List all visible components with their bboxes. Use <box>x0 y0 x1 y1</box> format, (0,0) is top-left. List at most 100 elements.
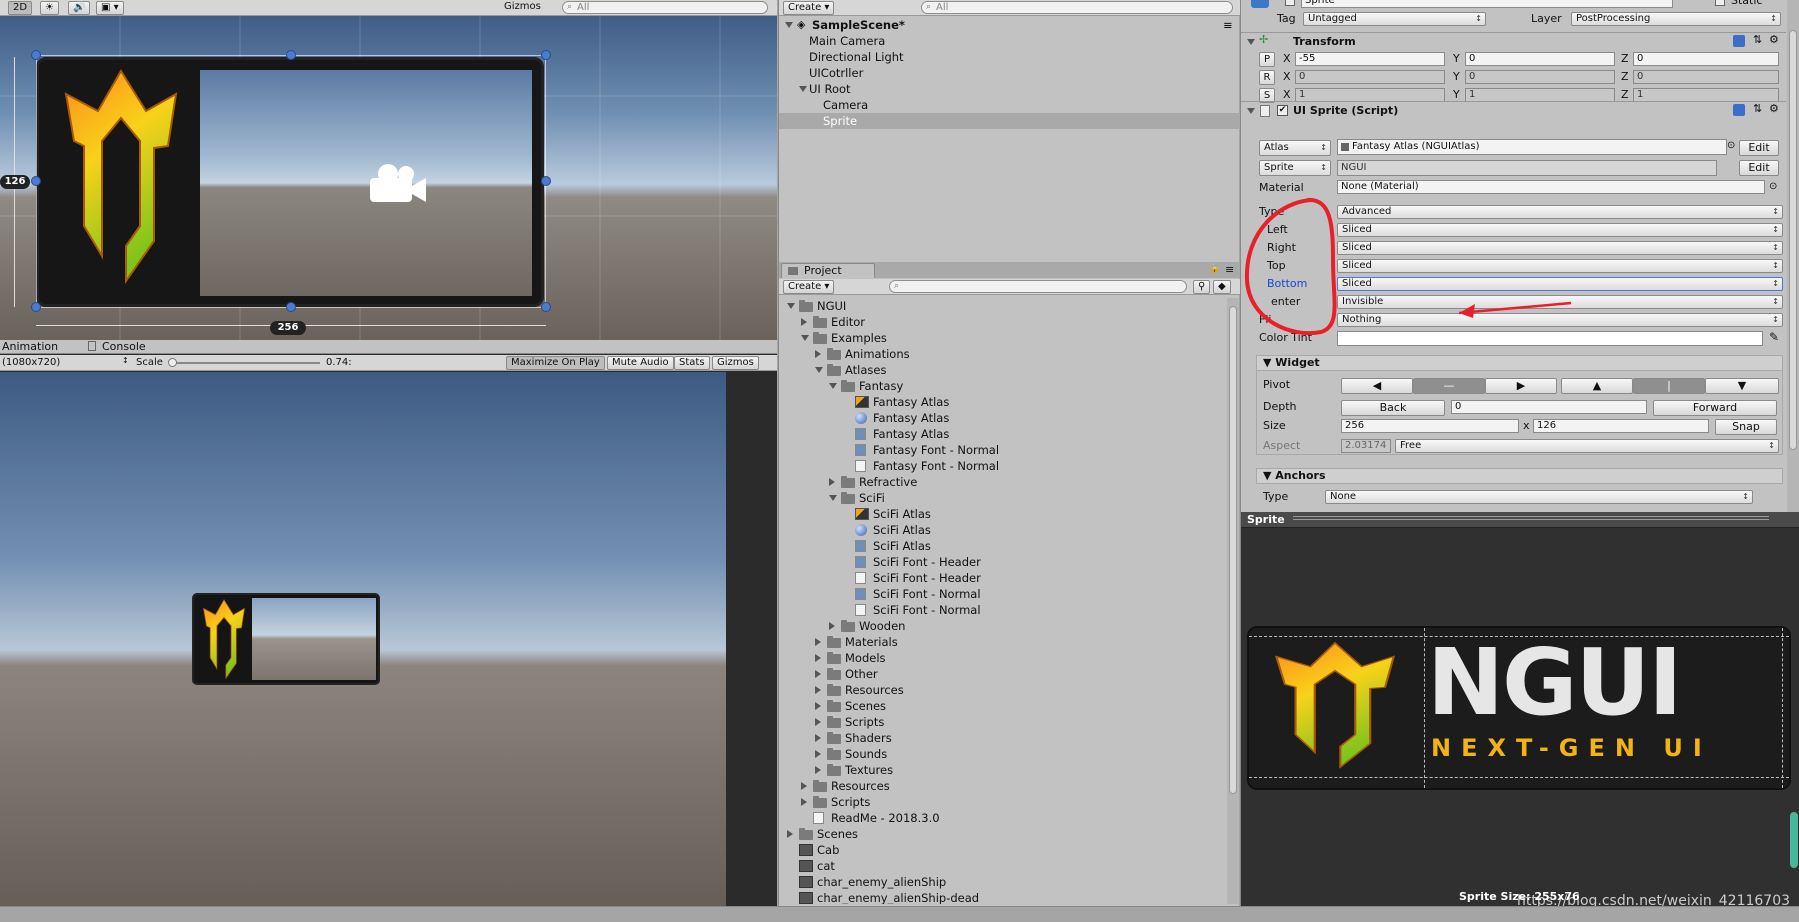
project-create-button[interactable]: Create ▾ <box>783 280 835 294</box>
expand-down-icon[interactable] <box>787 303 795 309</box>
preset-icon[interactable]: ⇅ <box>1753 102 1762 115</box>
panel-menu-icon[interactable]: ≡ <box>1225 263 1234 276</box>
hierarchy-item-directional-light[interactable]: Directional Light <box>809 49 904 65</box>
project-item[interactable]: SciFi Font - Header <box>779 570 1225 586</box>
sprite-name-field[interactable]: NGUI <box>1337 160 1717 176</box>
sprite-edit-button[interactable]: Edit <box>1739 160 1779 176</box>
project-item[interactable]: SciFi <box>779 490 1225 506</box>
hierarchy-create-button[interactable]: Create ▾ <box>783 1 835 15</box>
tab-console[interactable]: Console <box>102 340 146 354</box>
project-item[interactable]: Fantasy <box>779 378 1225 394</box>
transform-z-field[interactable]: 0 <box>1633 70 1779 84</box>
handle-bottom-left[interactable] <box>31 302 41 312</box>
project-search-input[interactable]: ⌕ <box>889 280 1187 293</box>
stats-button[interactable]: Stats <box>674 356 710 370</box>
project-item[interactable]: Fantasy Atlas <box>779 426 1225 442</box>
expand-right-icon[interactable] <box>815 702 821 710</box>
collapse-icon[interactable] <box>1247 108 1255 114</box>
project-item[interactable]: ReadMe - 2018.3.0 <box>779 810 1225 826</box>
tab-project[interactable]: Project <box>781 263 875 278</box>
atlas-field[interactable]: Fantasy Atlas (NGUIAtlas) <box>1337 139 1727 155</box>
widget-header[interactable]: ▼ Widget <box>1256 355 1783 371</box>
project-item[interactable]: SciFi Font - Normal <box>779 602 1225 618</box>
depth-forward-button[interactable]: Forward <box>1653 400 1777 416</box>
lighting-icon[interactable]: ☀ <box>40 1 59 15</box>
ui-sprite-enabled-checkbox[interactable]: ✔ <box>1277 105 1288 116</box>
transform-z-field[interactable]: 1 <box>1633 88 1779 102</box>
transform-header[interactable]: ✢ Transform ⇅ ⚙ <box>1241 32 1786 50</box>
project-item[interactable]: Textures <box>779 762 1225 778</box>
transform-x-field[interactable]: 0 <box>1295 70 1445 84</box>
hierarchy-item-sprite[interactable]: Sprite <box>823 113 857 129</box>
scene-root-row[interactable]: ◈ SampleScene* ≡ <box>779 17 1240 33</box>
filter-type-icon[interactable]: ⚲ <box>1193 280 1211 294</box>
transform-reset-button[interactable]: R <box>1259 70 1275 85</box>
object-name-field[interactable]: Sprite <box>1301 0 1673 8</box>
gizmos-dropdown[interactable]: Gizmos <box>500 1 545 15</box>
expand-right-icon[interactable] <box>829 622 835 630</box>
expand-down-icon[interactable] <box>815 367 823 373</box>
settings-gear-icon[interactable]: ⚙ <box>1769 33 1779 46</box>
expand-right-icon[interactable] <box>815 670 821 678</box>
project-item[interactable]: Wooden <box>779 618 1225 634</box>
project-item[interactable]: char_enemy_alienShip-dead <box>779 890 1225 904</box>
handle-top-left[interactable] <box>31 50 41 60</box>
transform-reset-button[interactable]: P <box>1259 52 1275 67</box>
mode-2d-button[interactable]: 2D <box>8 1 33 15</box>
pivot-right-button[interactable]: ▶ <box>1485 378 1557 394</box>
tag-dropdown[interactable]: Untagged <box>1303 12 1486 26</box>
project-item[interactable]: NGUI <box>779 298 1225 314</box>
pivot-center-h-button[interactable]: — <box>1413 378 1485 394</box>
expand-down-icon[interactable] <box>801 335 809 341</box>
scene-search-input[interactable]: ⌕ All <box>562 1 768 14</box>
size-height-field[interactable]: 126 <box>1533 419 1709 433</box>
transform-x-field[interactable]: 1 <box>1295 88 1445 102</box>
hierarchy-item-camera[interactable]: Camera <box>823 97 868 113</box>
depth-back-button[interactable]: Back <box>1341 400 1445 416</box>
lock-icon[interactable]: 🔒 <box>1209 264 1220 274</box>
transform-y-field[interactable]: 1 <box>1465 88 1615 102</box>
project-item[interactable]: Materials <box>779 634 1225 650</box>
pivot-left-button[interactable]: ◀ <box>1341 378 1413 394</box>
project-item[interactable]: SciFi Atlas <box>779 522 1225 538</box>
handle-right[interactable] <box>541 176 551 186</box>
help-icon[interactable] <box>1733 104 1745 116</box>
anchors-type-dropdown[interactable]: None <box>1325 490 1753 504</box>
project-item[interactable]: Resources <box>779 778 1225 794</box>
preview-drag-handle[interactable] <box>1293 516 1769 520</box>
transform-z-field[interactable]: 0 <box>1633 52 1779 66</box>
project-item[interactable]: Scenes <box>779 698 1225 714</box>
size-width-field[interactable]: 256 <box>1341 419 1519 433</box>
project-item[interactable]: Scenes <box>779 826 1225 842</box>
aspect-mode-dropdown[interactable]: Free <box>1395 439 1779 453</box>
ui-sprite-header[interactable]: ✔ UI Sprite (Script) ⇅ ⚙ <box>1241 101 1786 119</box>
project-item[interactable]: Fantasy Atlas <box>779 410 1225 426</box>
layer-dropdown[interactable]: PostProcessing <box>1571 12 1781 26</box>
scale-slider-track[interactable] <box>170 362 320 364</box>
expand-right-icon[interactable] <box>815 654 821 662</box>
project-item[interactable]: SciFi Font - Normal <box>779 586 1225 602</box>
project-item[interactable]: Fantasy Font - Normal <box>779 442 1225 458</box>
expand-right-icon[interactable] <box>801 798 807 806</box>
snap-button[interactable]: Snap <box>1715 419 1777 435</box>
project-item[interactable]: Scripts <box>779 794 1225 810</box>
project-item[interactable]: Animations <box>779 346 1225 362</box>
collapse-icon[interactable] <box>1247 39 1255 45</box>
preset-icon[interactable]: ⇅ <box>1753 33 1762 46</box>
transform-y-field[interactable]: 0 <box>1465 52 1615 66</box>
pivot-top-button[interactable]: ▲ <box>1561 378 1633 394</box>
expand-right-icon[interactable] <box>787 830 793 838</box>
inspector-scrollbar[interactable] <box>1787 0 1799 512</box>
active-checkbox[interactable] <box>1285 0 1295 6</box>
depth-field[interactable]: 0 <box>1451 400 1647 414</box>
scene-menu-icon[interactable]: ≡ <box>1223 17 1233 33</box>
expand-down-icon[interactable] <box>829 495 837 501</box>
expand-right-icon[interactable] <box>815 686 821 694</box>
tab-animation[interactable]: Animation <box>2 340 58 354</box>
hierarchy-item-ui-root[interactable]: UI Root <box>809 81 851 97</box>
project-item[interactable]: SciFi Atlas <box>779 506 1225 522</box>
preview-scrollbar[interactable] <box>1789 812 1799 872</box>
expand-right-icon[interactable] <box>815 638 821 646</box>
maximize-on-play-button[interactable]: Maximize On Play <box>506 356 605 370</box>
expand-right-icon[interactable] <box>801 782 807 790</box>
